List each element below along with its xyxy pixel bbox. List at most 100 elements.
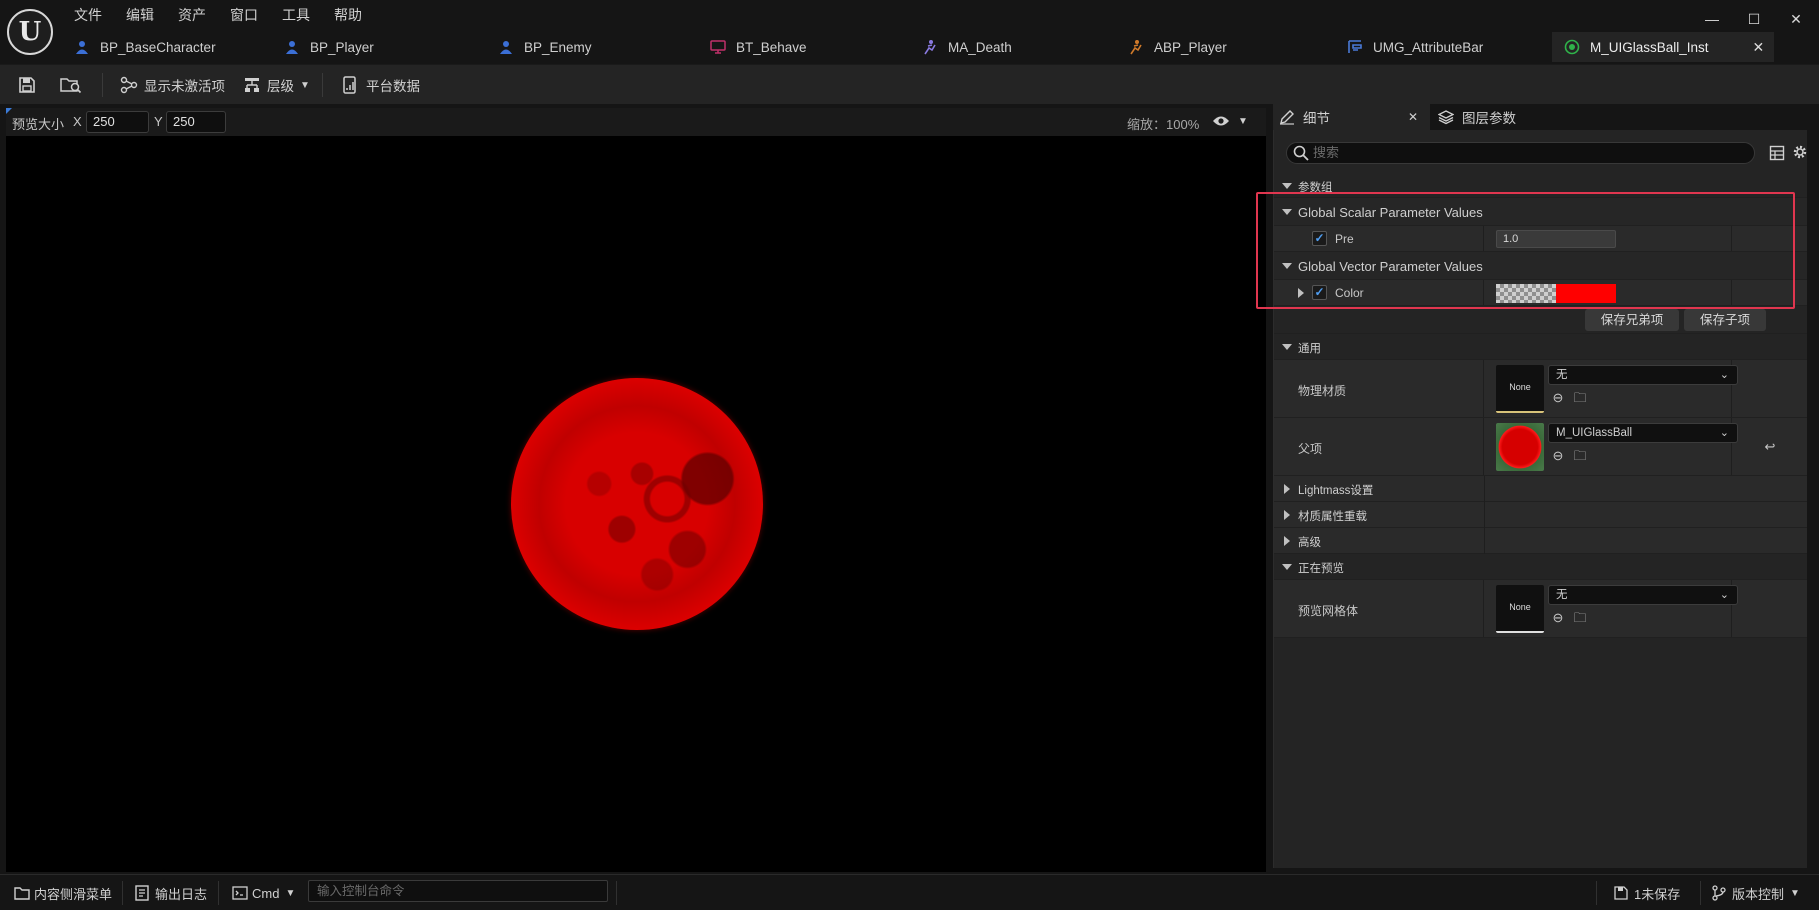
viewport-toolbar: 预览大小 X 250 Y 250 缩放：100% ▼ <box>6 108 1266 136</box>
close-tab-icon[interactable]: ✕ <box>1753 39 1765 56</box>
parent-material-thumbnail[interactable] <box>1496 423 1544 471</box>
widget-icon <box>1347 39 1363 55</box>
category-material-override[interactable]: 材质属性重载 <box>1274 502 1807 528</box>
maximize-button[interactable]: ☐ <box>1744 10 1764 28</box>
minimize-button[interactable]: — <box>1702 10 1722 28</box>
category-lightmass[interactable]: Lightmass设置 <box>1274 476 1807 502</box>
preview-mesh-dropdown[interactable]: 无 ⌄ <box>1548 585 1738 605</box>
save-button[interactable] <box>18 72 36 98</box>
expand-arrow-icon <box>1284 484 1290 494</box>
menu-help[interactable]: 帮助 <box>322 4 374 26</box>
tab-abp-player[interactable]: ABP_Player <box>1128 32 1227 62</box>
column-divider <box>1484 502 1485 528</box>
show-inactive-button[interactable]: 显示未激活项 <box>120 72 225 98</box>
menu-window[interactable]: 窗口 <box>218 4 270 26</box>
console-command-input[interactable]: 输入控制台命令 <box>308 880 608 902</box>
close-window-button[interactable]: ✕ <box>1786 10 1806 28</box>
tab-m-uiglassball-inst[interactable]: M_UIGlassBall_Inst ✕ <box>1552 32 1775 62</box>
unreal-material-instance-editor: U 文件 编辑 资产 窗口 工具 帮助 — ☐ ✕ BP_BaseCharact… <box>0 0 1819 910</box>
tab-label: UMG_AttributeBar <box>1373 39 1484 55</box>
tab-bp-enemy[interactable]: BP_Enemy <box>498 32 592 62</box>
preview-mesh-thumbnail[interactable]: None <box>1496 585 1544 633</box>
unsaved-button[interactable]: 1未保存 <box>1614 881 1680 905</box>
toolbar-separator <box>322 73 323 97</box>
tab-bp-player[interactable]: BP_Player <box>284 32 374 62</box>
tab-label: BP_Enemy <box>524 39 592 55</box>
chevron-down-icon: ▼ <box>285 887 296 899</box>
property-extra-cell <box>1732 360 1807 417</box>
source-control-label: 版本控制 <box>1732 886 1785 902</box>
view-options-dropdown[interactable]: ▼ <box>1212 114 1248 128</box>
unreal-logo-icon[interactable]: U <box>7 9 53 55</box>
material-preview-viewport[interactable] <box>6 136 1266 872</box>
category-general[interactable]: 通用 <box>1274 334 1807 360</box>
browse-button[interactable] <box>60 72 82 98</box>
toolbar: 显示未激活项 层级 ▼ 平台数据 <box>0 64 1819 104</box>
platform-data-button[interactable]: 平台数据 <box>342 72 420 98</box>
use-selected-icon[interactable]: ⊖ <box>1550 448 1566 464</box>
property-name-cell: 父项 <box>1274 418 1484 475</box>
expand-arrow-icon <box>1284 536 1290 546</box>
category-label: 通用 <box>1298 343 1321 355</box>
phys-material-dropdown[interactable]: 无 ⌄ <box>1548 365 1738 385</box>
blueprint-icon <box>498 39 514 55</box>
tab-layer-parameters[interactable]: 图层参数 <box>1438 104 1516 130</box>
tab-bp-basecharacter[interactable]: BP_BaseCharacter <box>74 32 216 62</box>
save-sibling-button[interactable]: 保存兄弟项 <box>1585 309 1679 331</box>
tab-label: BP_Player <box>310 39 374 55</box>
property-row-phys-material: 物理材质 None 无 ⌄ ⊖ 🗀 <box>1274 360 1807 418</box>
cmd-label: Cmd <box>252 885 280 901</box>
browse-asset-icon[interactable]: 🗀 <box>1572 390 1588 406</box>
menu-asset[interactable]: 资产 <box>166 4 218 26</box>
logo-letter: U <box>18 17 42 47</box>
tab-umg-attributebar[interactable]: UMG_AttributeBar <box>1347 32 1483 62</box>
use-selected-icon[interactable]: ⊖ <box>1550 390 1566 406</box>
tab-label: MA_Death <box>948 39 1012 55</box>
category-label: 材质属性重载 <box>1298 511 1367 523</box>
tab-bt-behave[interactable]: BT_Behave <box>710 32 807 62</box>
property-label: 预览网格体 <box>1298 604 1359 618</box>
platform-icon <box>343 76 356 94</box>
source-control-button[interactable]: 版本控制 ▼ <box>1712 881 1800 905</box>
chevron-down-icon: ⌄ <box>1719 369 1729 381</box>
browse-folder-icon <box>60 78 82 94</box>
layers-icon <box>1438 110 1454 125</box>
expand-arrow-icon <box>1282 183 1292 189</box>
expand-arrow-icon <box>1282 344 1292 350</box>
gear-icon[interactable] <box>1792 144 1807 160</box>
property-value-cell: M_UIGlassBall ⌄ ⊖ 🗀 <box>1484 418 1738 475</box>
cmd-dropdown[interactable]: Cmd ▼ <box>232 881 295 905</box>
column-divider <box>1484 528 1485 554</box>
property-name-cell: 物理材质 <box>1274 360 1484 417</box>
category-advanced[interactable]: 高级 <box>1274 528 1807 554</box>
menu-edit[interactable]: 编辑 <box>114 4 166 26</box>
save-icon <box>19 77 35 93</box>
search-input[interactable]: 搜索 <box>1286 142 1755 164</box>
content-drawer-button[interactable]: 内容侧滑菜单 <box>14 881 112 905</box>
output-log-button[interactable]: 输出日志 <box>135 881 207 905</box>
pencil-icon <box>1280 110 1294 125</box>
browse-asset-icon[interactable]: 🗀 <box>1572 610 1588 626</box>
hierarchy-label: 层级 <box>267 79 294 94</box>
use-selected-icon[interactable]: ⊖ <box>1550 610 1566 626</box>
statusbar-separator <box>1596 881 1597 905</box>
table-view-icon[interactable] <box>1769 145 1785 161</box>
preview-size-y-input[interactable]: 250 <box>166 111 226 133</box>
tab-details[interactable]: 细节 ✕ <box>1273 104 1430 130</box>
close-icon[interactable]: ✕ <box>1408 110 1418 124</box>
category-previewing[interactable]: 正在预览 <box>1274 554 1807 580</box>
content-drawer-label: 内容侧滑菜单 <box>34 886 113 902</box>
menu-tools[interactable]: 工具 <box>270 4 322 26</box>
parent-material-dropdown[interactable]: M_UIGlassBall ⌄ <box>1548 423 1738 443</box>
hierarchy-dropdown[interactable]: 层级 ▼ <box>243 72 310 98</box>
preview-size-x-input[interactable]: 250 <box>86 111 149 133</box>
chevron-down-icon: ▼ <box>1790 887 1800 899</box>
browse-asset-icon[interactable]: 🗀 <box>1572 448 1588 464</box>
phys-material-thumbnail[interactable]: None <box>1496 365 1544 413</box>
reset-to-default-icon[interactable]: ↩ <box>1732 439 1807 455</box>
tab-ma-death[interactable]: MA_Death <box>922 32 1012 62</box>
save-child-button[interactable]: 保存子项 <box>1684 309 1766 331</box>
tab-label: BT_Behave <box>736 39 807 55</box>
menu-file[interactable]: 文件 <box>62 4 114 26</box>
preview-size-label: 预览大小 <box>12 117 65 132</box>
